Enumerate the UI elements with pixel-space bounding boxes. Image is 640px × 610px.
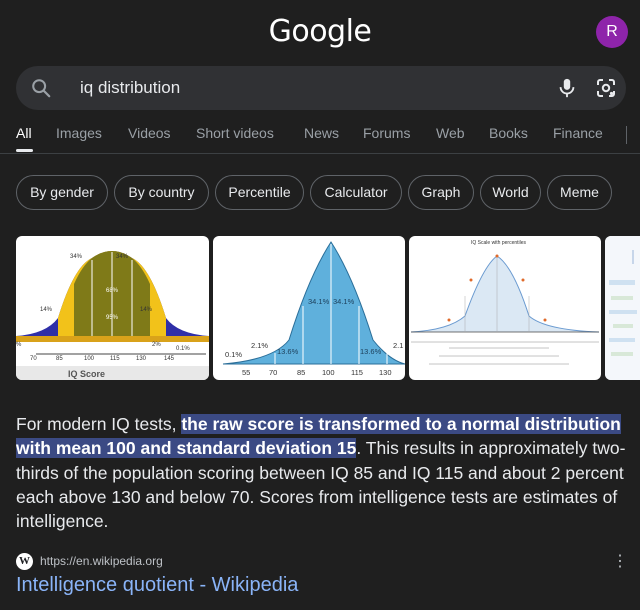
partial-chart-image — [605, 236, 640, 380]
tick-label: 100 — [84, 356, 95, 362]
tab-web[interactable]: Web — [436, 125, 465, 141]
result-source: W https://en.wikipedia.org ⋮ — [16, 552, 628, 572]
wikipedia-favicon-icon: W — [16, 553, 33, 570]
chip-world[interactable]: World — [480, 175, 541, 210]
pct-label: 13.6% — [360, 347, 382, 356]
chip-by-gender[interactable]: By gender — [16, 175, 108, 210]
image-result-iq-score[interactable]: 34% 34% 14% 14% 68% 2% 95% 0.1% % 70 85 … — [16, 236, 209, 380]
tab-forums[interactable]: Forums — [363, 125, 410, 141]
pct-label: 34.1% — [308, 297, 330, 306]
chip-calculator[interactable]: Calculator — [310, 175, 402, 210]
snippet-text-before: For modern IQ tests, — [16, 414, 182, 434]
image-title: IQ Scale with percentiles — [471, 240, 527, 246]
chip-graph[interactable]: Graph — [408, 175, 474, 210]
pct-label: 34% — [70, 254, 83, 260]
tick-label: 115 — [110, 356, 120, 362]
microphone-icon[interactable] — [556, 77, 578, 99]
tick-label: 145 — [164, 356, 175, 362]
bell-curve-chart-image: 34.1% 34.1% 13.6% 13.6% 2.1% 2.1 0.1% 55… — [222, 241, 405, 377]
iq-percentiles-chart-image: IQ Scale with percentiles — [410, 240, 600, 365]
tab-images[interactable]: Images — [56, 125, 102, 141]
tick-label: 115 — [351, 368, 363, 377]
tab-all[interactable]: All — [16, 125, 32, 141]
search-icon — [32, 79, 51, 98]
pct-label: 34.1% — [333, 297, 355, 306]
chip-by-country[interactable]: By country — [114, 175, 209, 210]
account-avatar[interactable]: R — [596, 16, 628, 48]
pct-label: 2.1% — [251, 341, 268, 350]
pct-label: 14% — [40, 307, 53, 313]
search-input[interactable]: iq distribution — [80, 78, 180, 98]
google-logo[interactable]: Google — [0, 14, 640, 49]
tab-finance[interactable]: Finance — [553, 125, 603, 141]
more-options-icon[interactable]: ⋮ — [612, 553, 628, 571]
pct-label: 0.1% — [176, 346, 190, 352]
top-bar: Google R — [0, 0, 640, 62]
active-tab-indicator — [16, 149, 33, 152]
tab-news[interactable]: News — [304, 125, 339, 141]
chip-percentile[interactable]: Percentile — [215, 175, 304, 210]
tick-label: 85 — [56, 356, 63, 362]
tick-label: 100 — [322, 368, 335, 377]
pct-label: 0.1% — [225, 350, 242, 359]
featured-snippet: For modern IQ tests, the raw score is tr… — [16, 412, 626, 533]
tick-label: 70 — [269, 368, 277, 377]
pct-label: 13.6% — [277, 347, 299, 356]
result-url[interactable]: https://en.wikipedia.org — [40, 554, 163, 568]
tick-label: 55 — [242, 368, 250, 377]
tab-books[interactable]: Books — [489, 125, 528, 141]
image-caption: IQ Score — [68, 369, 105, 379]
pct-label: 68% — [106, 288, 119, 294]
tick-label: 130 — [136, 356, 147, 362]
image-result-iq-percentiles[interactable]: IQ Scale with percentiles — [409, 236, 601, 380]
tick-label: 130 — [379, 368, 392, 377]
google-lens-icon[interactable] — [594, 76, 618, 100]
image-result-partial[interactable] — [605, 236, 640, 380]
chip-meme[interactable]: Meme — [547, 175, 612, 210]
tab-videos[interactable]: Videos — [128, 125, 171, 141]
pct-label: 2% — [152, 342, 161, 348]
iq-score-chart-image: 34% 34% 14% 14% 68% 2% 95% 0.1% % 70 85 … — [16, 251, 209, 380]
pct-label: 34% — [116, 254, 129, 260]
tabs-divider — [626, 126, 627, 144]
pct-label: 2.1 — [393, 341, 403, 350]
pct-label: % — [16, 342, 22, 348]
tab-short-videos[interactable]: Short videos — [196, 125, 274, 141]
tick-label: 85 — [297, 368, 305, 377]
result-title-link[interactable]: Intelligence quotient - Wikipedia — [16, 574, 298, 597]
tick-label: 70 — [30, 356, 37, 362]
search-box[interactable]: iq distribution — [16, 66, 626, 110]
image-result-bell-curve[interactable]: 34.1% 34.1% 13.6% 13.6% 2.1% 2.1 0.1% 55… — [213, 236, 405, 380]
pct-label: 14% — [140, 307, 153, 313]
pct-label: 95% — [106, 315, 119, 321]
search-tabs: All Images Videos Short videos News Foru… — [0, 118, 640, 154]
